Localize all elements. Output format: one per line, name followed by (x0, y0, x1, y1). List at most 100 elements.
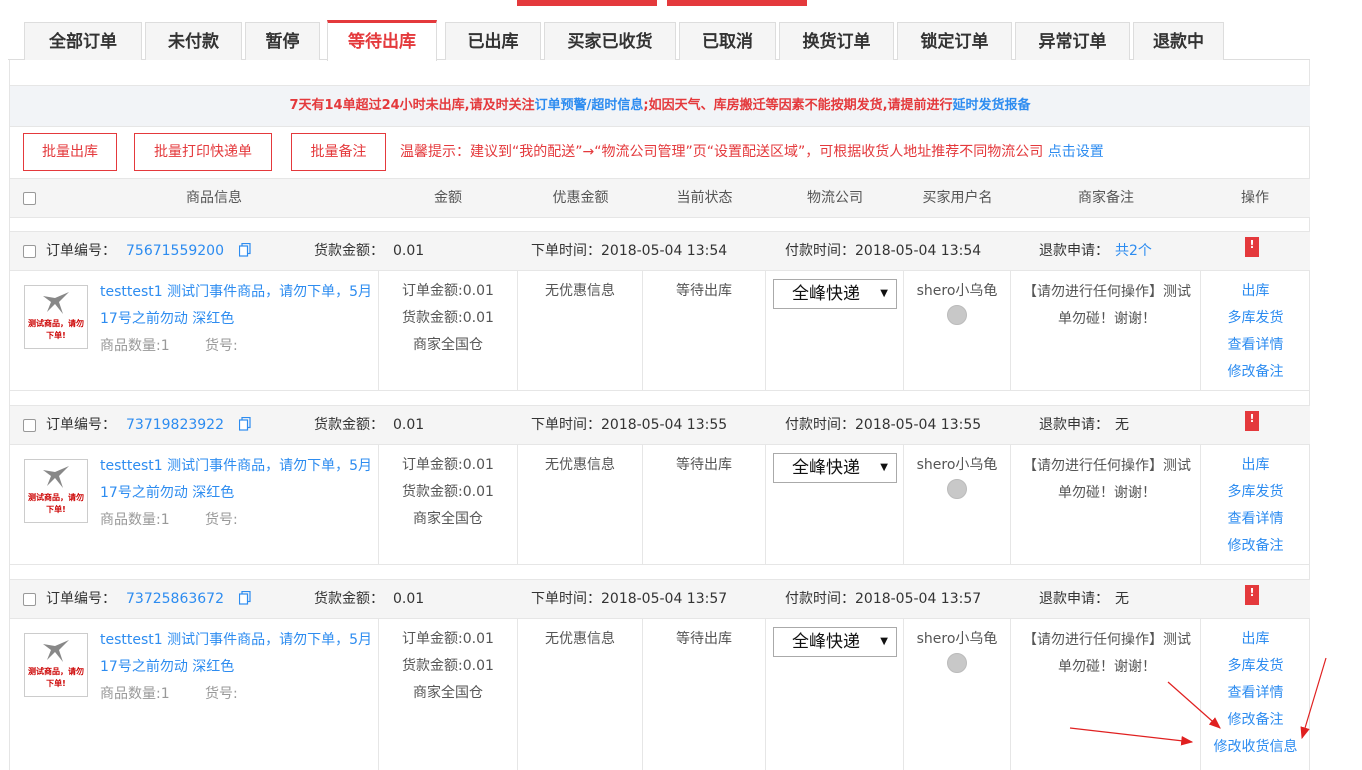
buyer-name: shero小乌龟 (916, 283, 998, 299)
order-panel: 7天有14单超过24小时未出库,请及时关注订单预警/超时信息;如因天气、库房搬迁… (9, 60, 1310, 770)
tab-received[interactable]: 买家已收货 (544, 22, 676, 60)
hint-settings-link[interactable]: 点击设置 (1048, 144, 1104, 160)
view-details-link[interactable]: 查看详情 (1201, 332, 1310, 359)
chevron-down-icon: ▼ (880, 462, 888, 473)
order-checkbox[interactable] (23, 593, 36, 606)
flag-icon[interactable]: ! (1245, 237, 1259, 257)
notice-text-1: 7天有14单超过24小时未出库,请及时关注 (289, 98, 535, 113)
order-checkbox[interactable] (23, 419, 36, 432)
thumbnail-text: 测试商品，请勿下单! (28, 667, 84, 688)
tab-refunding[interactable]: 退款中 (1133, 22, 1224, 60)
product-sku: 货号: (205, 686, 238, 702)
product-image-icon (43, 292, 69, 314)
order-no[interactable]: 75671559200 (126, 232, 224, 270)
logistics-select[interactable]: 全峰快递 ▼ (773, 279, 897, 309)
view-details-link[interactable]: 查看详情 (1201, 680, 1310, 707)
flag-icon[interactable]: ! (1245, 411, 1259, 431)
goods-cell: 测试商品，请勿下单! testtest1 测试门事件商品，请勿下单，5月17号之… (10, 445, 379, 565)
tab-abnormal[interactable]: 异常订单 (1015, 22, 1130, 60)
logistics-select[interactable]: 全峰快递 ▼ (773, 627, 897, 657)
ship-link[interactable]: 出库 (1201, 278, 1310, 305)
multi-warehouse-ship-link[interactable]: 多库发货 (1201, 305, 1310, 332)
edit-shipping-info-link[interactable]: 修改收货信息 (1201, 734, 1310, 761)
order-amount: 订单金额:0.01 (402, 457, 494, 473)
edit-note-link[interactable]: 修改备注 (1201, 533, 1310, 560)
notice-link-delay-report[interactable]: 延时发货报备 (953, 98, 1031, 113)
multi-warehouse-ship-link[interactable]: 多库发货 (1201, 479, 1310, 506)
ship-link[interactable]: 出库 (1201, 626, 1310, 653)
top-action-button-2[interactable] (667, 0, 807, 6)
product-thumbnail[interactable]: 测试商品，请勿下单! (24, 633, 88, 697)
order-status: 等待出库 (676, 457, 732, 473)
product-thumbnail[interactable]: 测试商品，请勿下单! (24, 459, 88, 523)
col-amount: 金额 (434, 190, 462, 206)
copy-icon[interactable] (239, 591, 251, 605)
order-no-label: 订单编号： (46, 417, 116, 433)
tab-exchange[interactable]: 换货订单 (779, 22, 894, 60)
refund-label: 退款申请： (1039, 417, 1109, 433)
logistics-select[interactable]: 全峰快递 ▼ (773, 453, 897, 483)
order-status: 等待出库 (676, 283, 732, 299)
notice-link-warning[interactable]: 订单预警/超时信息 (535, 98, 644, 113)
pay-time: 付款时间：2018-05-04 13:57 (785, 591, 982, 607)
tab-locked[interactable]: 锁定订单 (897, 22, 1012, 60)
goods-cell: 测试商品，请勿下单! testtest1 测试门事件商品，请勿下单，5月17号之… (10, 619, 379, 770)
tab-shipped[interactable]: 已出库 (445, 22, 541, 60)
edit-note-link[interactable]: 修改备注 (1201, 359, 1310, 386)
goods-amount: 货款金额:0.01 (402, 310, 494, 326)
product-image-icon (43, 466, 69, 488)
product-name-link[interactable]: testtest1 测试门事件商品，请勿下单，5月17号之前勿动 深红色 (100, 279, 380, 333)
refund-value: 无 (1115, 591, 1129, 607)
order-amount: 订单金额:0.01 (402, 631, 494, 647)
edit-note-link[interactable]: 修改备注 (1201, 707, 1310, 734)
product-sku: 货号: (205, 512, 238, 528)
tab-cancelled[interactable]: 已取消 (679, 22, 776, 60)
chat-avatar-icon[interactable] (947, 479, 967, 499)
order-no-label: 订单编号： (46, 591, 116, 607)
order-checkbox[interactable] (23, 245, 36, 258)
buyer-cell: shero小乌龟 (904, 619, 1011, 770)
tab-all[interactable]: 全部订单 (24, 22, 142, 60)
refund-value[interactable]: 共2个 (1115, 232, 1152, 270)
batch-print-button[interactable]: 批量打印快递单 (134, 133, 272, 171)
amount-cell: 订单金额:0.01 货款金额:0.01 商家全国仓 (379, 619, 518, 770)
product-thumbnail[interactable]: 测试商品，请勿下单! (24, 285, 88, 349)
pay-time: 付款时间：2018-05-04 13:54 (785, 243, 982, 259)
buyer-name: shero小乌龟 (916, 631, 998, 647)
tab-awaiting-shipment[interactable]: 等待出库 (327, 20, 437, 61)
logistics-cell: 全峰快递 ▼ (766, 271, 904, 391)
multi-warehouse-ship-link[interactable]: 多库发货 (1201, 653, 1310, 680)
chat-avatar-icon[interactable] (947, 305, 967, 325)
order-no[interactable]: 73725863672 (126, 580, 224, 618)
order-header: 订单编号： 73725863672 货款金额： 0.01 下单时间：2018-0… (10, 579, 1310, 619)
col-goods-info: 商品信息 (186, 190, 242, 206)
operations-cell: 出库 多库发货 查看详情 修改备注 修改收货信息 (1201, 619, 1310, 770)
logistics-value: 全峰快递 (792, 458, 860, 478)
batch-ship-button[interactable]: 批量出库 (23, 133, 117, 171)
tab-paused[interactable]: 暂停 (245, 22, 320, 60)
copy-icon[interactable] (239, 417, 251, 431)
batch-note-button[interactable]: 批量备注 (291, 133, 386, 171)
view-details-link[interactable]: 查看详情 (1201, 506, 1310, 533)
order-body: 测试商品，请勿下单! testtest1 测试门事件商品，请勿下单，5月17号之… (10, 445, 1310, 565)
product-name-link[interactable]: testtest1 测试门事件商品，请勿下单，5月17号之前勿动 深红色 (100, 453, 380, 507)
tab-unpaid[interactable]: 未付款 (145, 22, 242, 60)
payment-amount: 0.01 (393, 591, 425, 607)
flag-icon[interactable]: ! (1245, 585, 1259, 605)
buyer-cell: shero小乌龟 (904, 445, 1011, 565)
product-quantity: 商品数量:1 (100, 338, 170, 354)
top-action-button-1[interactable] (517, 0, 657, 6)
order-no[interactable]: 73719823922 (126, 406, 224, 444)
discount-cell: 无优惠信息 (518, 619, 643, 770)
copy-icon[interactable] (239, 243, 251, 257)
col-operations: 操作 (1241, 190, 1269, 206)
logistics-cell: 全峰快递 ▼ (766, 619, 904, 770)
delivery-hint: 温馨提示：建议到“我的配送”→“物流公司管理”页“设置配送区域”，可根据收货人地… (400, 133, 1104, 171)
product-quantity: 商品数量:1 (100, 686, 170, 702)
warehouse: 商家全国仓 (413, 337, 483, 353)
pay-time: 付款时间：2018-05-04 13:55 (785, 417, 982, 433)
product-name-link[interactable]: testtest1 测试门事件商品，请勿下单，5月17号之前勿动 深红色 (100, 627, 380, 681)
chat-avatar-icon[interactable] (947, 653, 967, 673)
order-time: 下单时间：2018-05-04 13:55 (531, 417, 728, 433)
ship-link[interactable]: 出库 (1201, 452, 1310, 479)
